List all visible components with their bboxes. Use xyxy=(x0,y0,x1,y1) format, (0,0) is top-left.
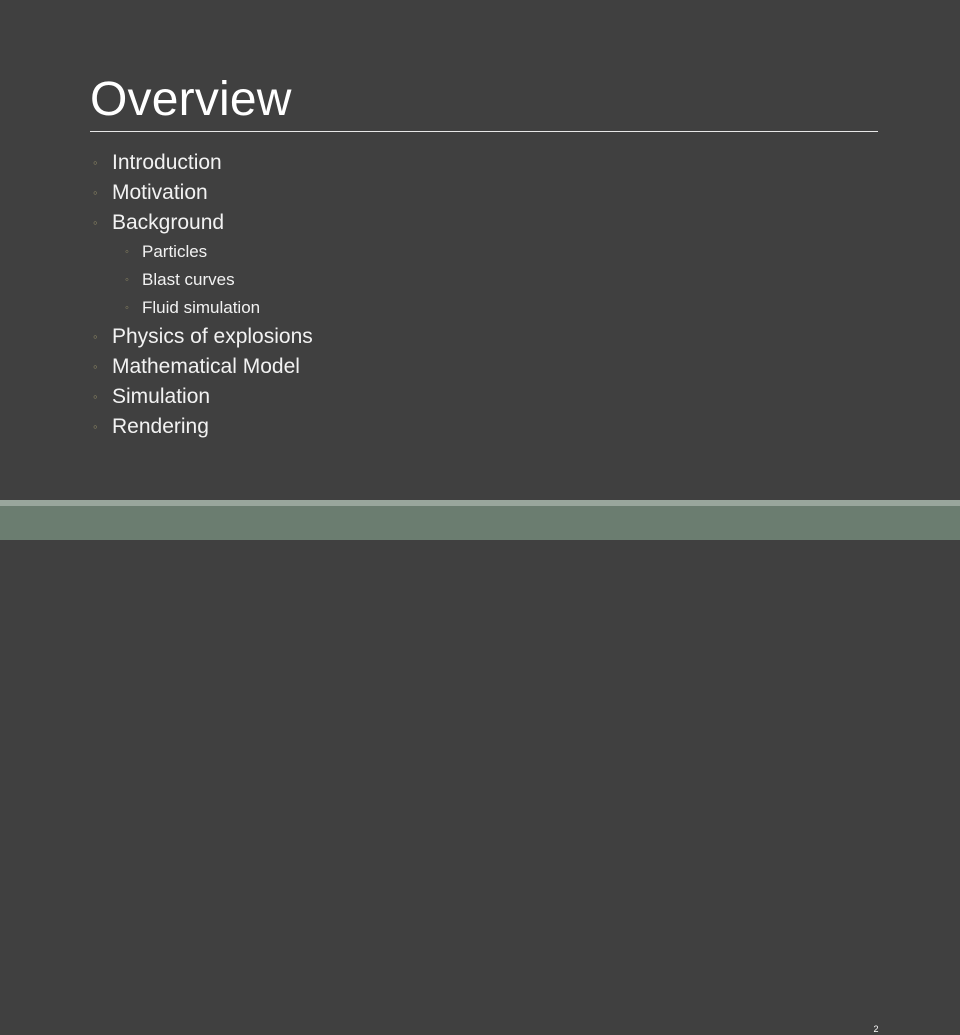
list-item: ◦ Rendering xyxy=(90,412,880,442)
hollow-circle-bullet-icon: ◦ xyxy=(93,329,98,344)
hollow-circle-bullet-icon: ◦ xyxy=(125,274,129,286)
title-block: Overview xyxy=(90,72,880,128)
hollow-circle-bullet-icon: ◦ xyxy=(93,185,98,200)
hollow-circle-bullet-icon: ◦ xyxy=(125,246,129,258)
hollow-circle-bullet-icon: ◦ xyxy=(93,389,98,404)
list-item-label: Blast curves xyxy=(142,270,235,289)
outline-body: ◦ Introduction ◦ Motivation ◦ Background… xyxy=(90,148,880,442)
list-item-label: Simulation xyxy=(112,385,211,408)
outline-sublist: ◦ Particles ◦ Blast curves ◦ Fluid simul… xyxy=(90,238,880,322)
presentation-slide: Overview ◦ Introduction ◦ Motivation ◦ B… xyxy=(0,0,960,1034)
sublist-wrapper: ◦ Particles ◦ Blast curves ◦ Fluid simul… xyxy=(90,238,880,322)
hollow-circle-bullet-icon: ◦ xyxy=(93,215,98,230)
hollow-circle-bullet-icon: ◦ xyxy=(125,302,129,314)
list-item: ◦ Fluid simulation xyxy=(90,294,880,322)
outline-list: ◦ Introduction ◦ Motivation ◦ Background… xyxy=(90,148,880,442)
list-item-label: Physics of explosions xyxy=(112,325,313,348)
hollow-circle-bullet-icon: ◦ xyxy=(93,419,98,434)
title-divider xyxy=(90,131,878,132)
list-item-label: Mathematical Model xyxy=(112,355,300,378)
list-item: ◦ Physics of explosions xyxy=(90,322,880,352)
hollow-circle-bullet-icon: ◦ xyxy=(93,155,98,170)
page-title: Overview xyxy=(90,73,292,126)
list-item: ◦ Simulation xyxy=(90,382,880,412)
footer-band: 2 xyxy=(0,506,960,1034)
list-item: ◦ Particles xyxy=(90,238,880,266)
list-item-label: Particles xyxy=(142,242,208,261)
slide-number: 2 xyxy=(873,1024,879,1034)
hollow-circle-bullet-icon: ◦ xyxy=(93,359,98,374)
list-item: ◦ Motivation xyxy=(90,178,880,208)
list-item: ◦ Introduction xyxy=(90,148,880,178)
list-item-label: Background xyxy=(112,211,225,234)
list-item-label: Introduction xyxy=(112,151,222,174)
list-item: ◦ Blast curves xyxy=(90,266,880,294)
list-item-label: Fluid simulation xyxy=(142,298,261,317)
list-item-label: Rendering xyxy=(112,415,209,438)
list-item-label: Motivation xyxy=(112,181,208,204)
list-item: ◦ Mathematical Model xyxy=(90,352,880,382)
list-item: ◦ Background xyxy=(90,208,880,238)
